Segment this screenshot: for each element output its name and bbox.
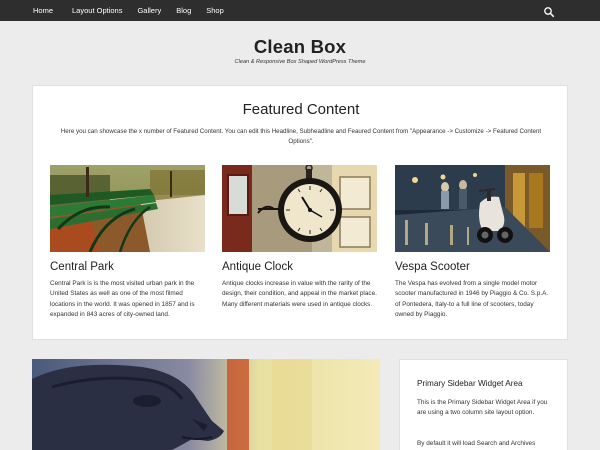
site-tagline: Clean & Responsive Box Shaped WordPress … [234, 59, 366, 65]
central-park-image[interactable] [50, 165, 205, 252]
site-title[interactable]: Clean Box [0, 36, 600, 58]
sidebar-widget-text: This is the Primary Sidebar Widget Area … [417, 399, 548, 417]
card-text-antique-clock: Antique clocks increase in value with th… [222, 280, 377, 308]
card-text-vespa-scooter: The Vespa has evolved from a single mode… [395, 280, 549, 318]
nav-item-shop[interactable]: Shop [206, 0, 224, 21]
featured-content-section: Featured Content Here you can showcase t… [32, 85, 568, 340]
search-icon[interactable] [543, 5, 555, 18]
nav-item-gallery[interactable]: Gallery [137, 0, 161, 21]
featured-content-title: Featured Content [242, 101, 360, 118]
card-text-central-park: Central Park is is the most visited urba… [50, 280, 195, 318]
primary-menu: Home Layout Options Gallery Blog Shop [33, 0, 239, 21]
card-title-antique-clock[interactable]: Antique Clock [222, 261, 377, 273]
nav-item-home[interactable]: Home [33, 0, 53, 21]
card-title-central-park[interactable]: Central Park [50, 261, 205, 273]
featured-card-vespa-scooter: Vespa Scooter The Vespa has evolved from… [395, 165, 550, 320]
sidebar-widget-text-2: By default it will load Search and Archi… [417, 440, 536, 447]
antique-clock-image[interactable] [222, 165, 377, 252]
card-title-vespa-scooter[interactable]: Vespa Scooter [395, 261, 550, 273]
nav-item-blog[interactable]: Blog [176, 0, 191, 21]
nav-item-layout-options[interactable]: Layout Options [72, 0, 122, 21]
featured-card-antique-clock: Antique Clock Antique clocks increase in… [222, 165, 377, 310]
featured-card-central-park: Central Park Central Park is is the most… [50, 165, 205, 320]
featured-content-description: Here you can showcase the x number of Fe… [60, 128, 542, 145]
post-featured-image[interactable] [32, 359, 380, 450]
vespa-scooter-image[interactable] [395, 165, 550, 252]
top-navigation-bar: Home Layout Options Gallery Blog Shop [0, 0, 600, 21]
primary-sidebar-widget: Primary Sidebar Widget Area This is the … [399, 359, 568, 450]
sidebar-widget-title: Primary Sidebar Widget Area [417, 379, 523, 388]
